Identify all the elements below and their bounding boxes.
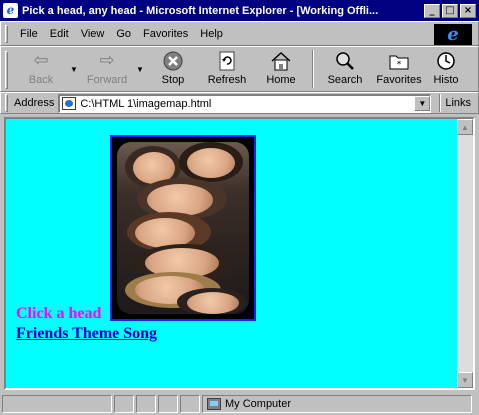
home-label: Home — [266, 74, 296, 86]
stop-button[interactable]: Stop — [146, 47, 200, 91]
title-bar: e Pick a head, any head - Microsoft Inte… — [0, 0, 479, 21]
address-grip[interactable] — [5, 94, 8, 112]
minimize-button[interactable]: _ — [424, 3, 440, 18]
search-button[interactable]: Search — [318, 47, 372, 91]
menu-edit[interactable]: Edit — [44, 28, 75, 40]
forward-dropdown[interactable]: ▼ — [134, 47, 146, 91]
maximize-button[interactable]: □ — [442, 3, 458, 18]
favorites-folder-icon: * — [387, 51, 411, 71]
home-icon — [269, 51, 293, 71]
toolbar-separator — [312, 50, 314, 88]
friends-theme-song-link[interactable]: Friends Theme Song — [16, 325, 157, 343]
close-button[interactable]: × — [460, 3, 476, 18]
menu-file[interactable]: File — [14, 28, 44, 40]
refresh-label: Refresh — [207, 74, 247, 86]
toolbar-grip[interactable] — [5, 51, 8, 89]
forward-button[interactable]: ⇨ Forward — [80, 47, 134, 91]
menu-favorites[interactable]: Favorites — [137, 28, 194, 40]
search-label: Search — [327, 74, 363, 86]
history-clock-icon — [434, 51, 458, 71]
my-computer-icon — [207, 397, 221, 410]
status-progress — [114, 394, 134, 413]
window-title: Pick a head, any head - Microsoft Intern… — [22, 4, 379, 17]
scroll-up-button[interactable]: ▲ — [457, 119, 473, 135]
click-a-head-label: Click a head — [16, 305, 102, 322]
menu-go[interactable]: Go — [110, 28, 137, 40]
address-value[interactable]: C:\HTML 1\imagemap.html — [80, 98, 414, 110]
vertical-scrollbar[interactable]: ▲ ▼ — [457, 119, 473, 388]
status-offline — [158, 394, 178, 413]
back-arrow-icon: ⇦ — [33, 50, 49, 71]
refresh-button[interactable]: Refresh — [200, 47, 254, 91]
forward-arrow-icon: ⇨ — [99, 50, 115, 71]
status-misc — [180, 394, 200, 413]
back-dropdown[interactable]: ▼ — [68, 47, 80, 91]
history-label: Histo — [433, 74, 459, 86]
scroll-down-button[interactable]: ▼ — [457, 372, 473, 388]
ie-throbber-logo: e — [434, 24, 472, 45]
ie-logo-glyph: e — [447, 24, 459, 45]
favorites-button[interactable]: * Favorites — [372, 47, 426, 91]
stop-icon — [161, 51, 185, 71]
menu-help[interactable]: Help — [194, 28, 229, 40]
history-button[interactable]: Histo — [426, 47, 466, 91]
favorites-label: Favorites — [376, 74, 422, 86]
page-viewport: Click a head Friends Theme Song ▲ ▼ — [4, 117, 475, 390]
back-label: Back — [28, 74, 54, 86]
menu-view[interactable]: View — [75, 28, 111, 40]
links-separator — [439, 94, 442, 112]
status-message — [2, 394, 112, 413]
home-button[interactable]: Home — [254, 47, 308, 91]
address-bar: Address C:\HTML 1\imagemap.html ▼ Links — [0, 92, 479, 114]
ie-app-icon[interactable]: e — [3, 3, 18, 18]
address-label: Address — [14, 97, 55, 109]
address-input[interactable]: C:\HTML 1\imagemap.html ▼ — [58, 93, 432, 113]
status-zone: My Computer — [202, 394, 472, 413]
forward-label: Forward — [86, 74, 128, 86]
refresh-icon — [215, 51, 239, 71]
image-map[interactable] — [110, 135, 256, 321]
friends-cast-photo[interactable] — [117, 142, 249, 314]
page-icon — [62, 97, 77, 110]
status-bar: My Computer — [0, 392, 479, 415]
status-secure — [136, 394, 156, 413]
menu-grip[interactable] — [5, 24, 8, 43]
zone-label: My Computer — [225, 397, 292, 410]
back-button[interactable]: ⇦ Back — [14, 47, 68, 91]
toolbar: ⇦ Back ▼ ⇨ Forward ▼ Stop Refresh Home S… — [0, 46, 479, 92]
stop-label: Stop — [161, 74, 185, 86]
svg-text:*: * — [397, 60, 402, 70]
links-button[interactable]: Links — [445, 97, 471, 109]
menu-bar: File Edit View Go Favorites Help e — [0, 21, 479, 46]
search-icon — [333, 51, 357, 71]
address-dropdown-button[interactable]: ▼ — [414, 96, 431, 111]
